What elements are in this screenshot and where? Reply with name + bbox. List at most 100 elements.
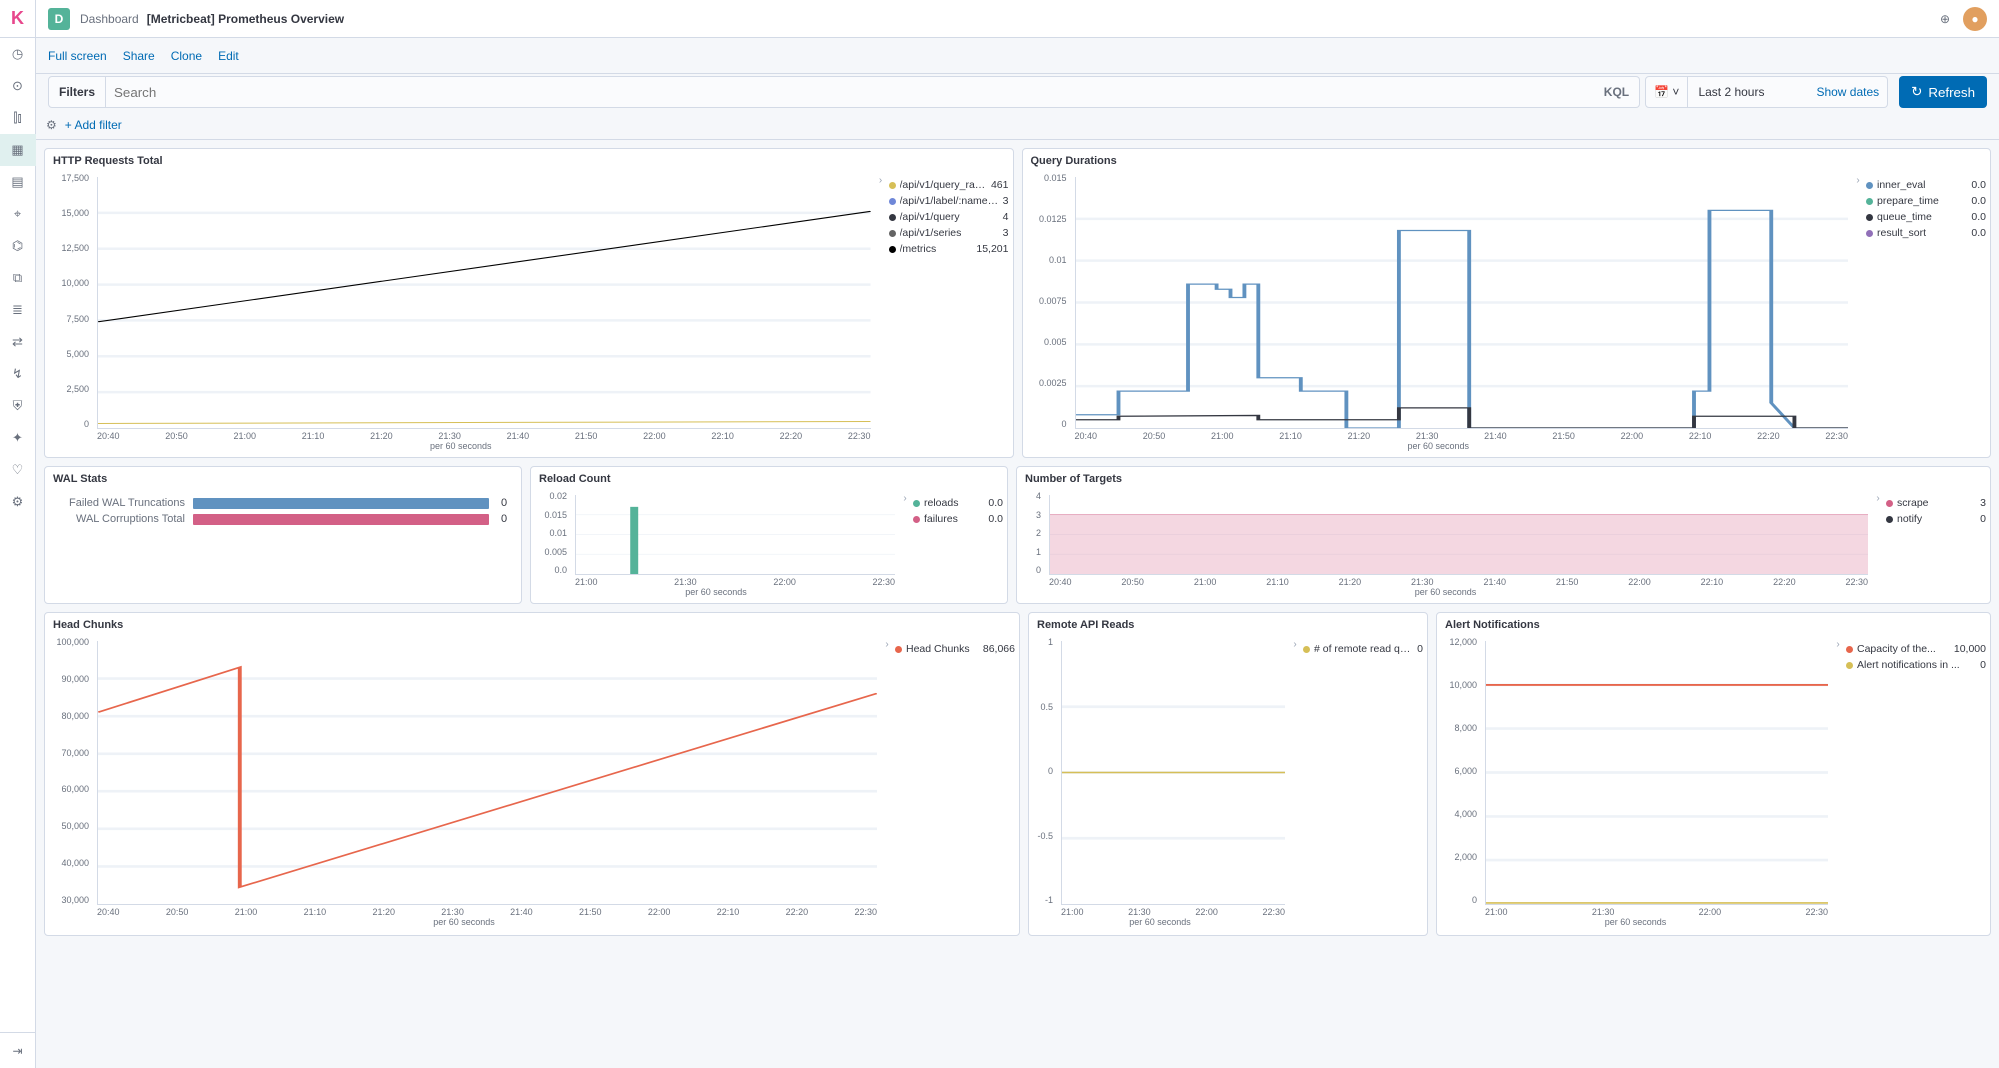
legend-value: 4	[1003, 210, 1009, 224]
axis-tick: 0.015	[531, 510, 567, 520]
nav-apm-icon[interactable]: ⇄	[0, 326, 36, 358]
legend-collapse-icon[interactable]: ›	[883, 637, 891, 933]
axis-tick: 21:40	[1484, 431, 1507, 441]
nav-canvas-icon[interactable]: ▤	[0, 166, 36, 198]
legend-item[interactable]: Head Chunks86,066	[895, 641, 1015, 657]
avatar[interactable]: ●	[1963, 7, 1987, 31]
edit-link[interactable]: Edit	[218, 49, 239, 63]
axis-tick: 20:40	[97, 907, 120, 917]
axis-tick: 0.01	[531, 528, 567, 538]
wal-bar	[193, 498, 489, 509]
axis-tick: 21:00	[1211, 431, 1234, 441]
legend-item[interactable]: queue_time0.0	[1866, 209, 1986, 225]
nav-dashboard-icon[interactable]: ▦	[0, 134, 36, 166]
legend-item[interactable]: reloads0.0	[913, 495, 1003, 511]
legend-collapse-icon[interactable]: ›	[1854, 173, 1862, 455]
legend-item[interactable]: scrape3	[1886, 495, 1986, 511]
legend-item[interactable]: # of remote read que...0	[1303, 641, 1423, 657]
date-picker-quick-icon[interactable]: 📅 ˅	[1645, 76, 1688, 108]
x-axis-title: per 60 seconds	[45, 917, 883, 931]
kql-toggle[interactable]: KQL	[1604, 85, 1629, 99]
axis-tick: 30,000	[45, 895, 89, 905]
legend-swatch	[913, 516, 920, 523]
nav-logs-icon[interactable]: ≣	[0, 294, 36, 326]
nav-uptime-icon[interactable]: ↯	[0, 358, 36, 390]
axis-tick: 22:00	[1628, 577, 1651, 587]
nav-devtools-icon[interactable]: ✦	[0, 422, 36, 454]
wal-bar	[193, 514, 489, 525]
legend-label: failures	[924, 512, 984, 526]
nav-collapse-icon[interactable]: ⇥	[0, 1032, 36, 1068]
legend-collapse-icon[interactable]: ›	[901, 491, 909, 603]
legend-label: /api/v1/query	[900, 210, 999, 224]
axis-tick: 0.0025	[1023, 378, 1067, 388]
nav-stack-monitoring-icon[interactable]: ♡	[0, 454, 36, 486]
nav-visualize-icon[interactable]: ⫿⫾	[0, 102, 36, 134]
nav-maps-icon[interactable]: ⌖	[0, 198, 36, 230]
dashboard-grid: HTTP Requests Total 17,50015,00012,50010…	[36, 140, 1999, 1068]
panel-title: Head Chunks	[45, 613, 1019, 637]
legend-swatch	[1866, 230, 1873, 237]
legend-item[interactable]: Alert notifications in ...0	[1846, 657, 1986, 673]
axis-tick: 0.0075	[1023, 296, 1067, 306]
nav-metrics-icon[interactable]: ⧉	[0, 262, 36, 294]
legend-item[interactable]: /api/v1/series3	[889, 225, 1009, 241]
axis-tick: 21:30	[1128, 907, 1151, 917]
axis-tick: 22:20	[1773, 577, 1796, 587]
axis-tick: 22:00	[643, 431, 666, 441]
legend-item[interactable]: notify0	[1886, 511, 1986, 527]
legend-item[interactable]: prepare_time0.0	[1866, 193, 1986, 209]
legend-item[interactable]: /metrics15,201	[889, 241, 1009, 257]
legend-item[interactable]: failures0.0	[913, 511, 1003, 527]
axis-tick: 22:30	[1805, 907, 1828, 917]
axis-tick: 21:30	[1592, 907, 1615, 917]
search-input[interactable]	[106, 76, 1640, 108]
show-dates-link[interactable]: Show dates	[1816, 85, 1879, 99]
legend-item[interactable]: /api/v1/label/:name/v...3	[889, 193, 1009, 209]
legend-value: 0	[1980, 512, 1986, 526]
legend-collapse-icon[interactable]: ›	[1834, 637, 1842, 933]
nav-management-icon[interactable]: ⚙	[0, 486, 36, 518]
breadcrumb[interactable]: Dashboard	[80, 12, 139, 26]
panel-title: Reload Count	[531, 467, 1007, 491]
axis-tick: 22:10	[711, 431, 734, 441]
axis-tick: 21:50	[575, 431, 598, 441]
legend-collapse-icon[interactable]: ›	[1291, 637, 1299, 933]
axis-tick: 22:30	[1845, 577, 1868, 587]
wal-label: WAL Corruptions Total	[55, 513, 185, 525]
filter-settings-icon[interactable]: ⚙	[46, 118, 57, 132]
wal-value: 0	[497, 497, 511, 509]
axis-tick: 20:50	[166, 907, 189, 917]
clone-link[interactable]: Clone	[171, 49, 202, 63]
legend-item[interactable]: /api/v1/query 4	[889, 209, 1009, 225]
x-axis-title: per 60 seconds	[1029, 917, 1291, 931]
x-axis-title: per 60 seconds	[1437, 917, 1834, 931]
axis-tick: 21:30	[1416, 431, 1439, 441]
nav-recently-viewed-icon[interactable]: ◷	[0, 38, 36, 70]
axis-tick: 20:40	[1049, 577, 1072, 587]
nav-discover-icon[interactable]: ⊙	[0, 70, 36, 102]
legend-value: 0.0	[1971, 226, 1986, 240]
axis-tick: 21:20	[372, 907, 395, 917]
legend-item[interactable]: Capacity of the...10,000	[1846, 641, 1986, 657]
refresh-button[interactable]: ↻ Refresh	[1899, 76, 1987, 108]
legend-item[interactable]: inner_eval0.0	[1866, 177, 1986, 193]
axis-tick: 60,000	[45, 784, 89, 794]
legend-value: 86,066	[983, 642, 1015, 656]
legend-item[interactable]: result_sort0.0	[1866, 225, 1986, 241]
axis-tick: -0.5	[1029, 831, 1053, 841]
panel-reload-count: Reload Count 0.020.0150.010.0050.0	[530, 466, 1008, 604]
share-link[interactable]: Share	[123, 49, 155, 63]
axis-tick: 5,000	[45, 349, 89, 359]
add-filter-link[interactable]: + Add filter	[65, 118, 122, 132]
axis-tick: 3	[1017, 510, 1041, 520]
axis-tick: 1	[1017, 547, 1041, 557]
legend-collapse-icon[interactable]: ›	[877, 173, 885, 455]
legend-item[interactable]: /api/v1/query_range461	[889, 177, 1009, 193]
nav-ml-icon[interactable]: ⌬	[0, 230, 36, 262]
help-icon[interactable]: ⊕	[1933, 7, 1957, 31]
nav-siem-icon[interactable]: ⛨	[0, 390, 36, 422]
kibana-logo[interactable]: K	[0, 0, 36, 38]
legend-collapse-icon[interactable]: ›	[1874, 491, 1882, 603]
fullscreen-link[interactable]: Full screen	[48, 49, 107, 63]
